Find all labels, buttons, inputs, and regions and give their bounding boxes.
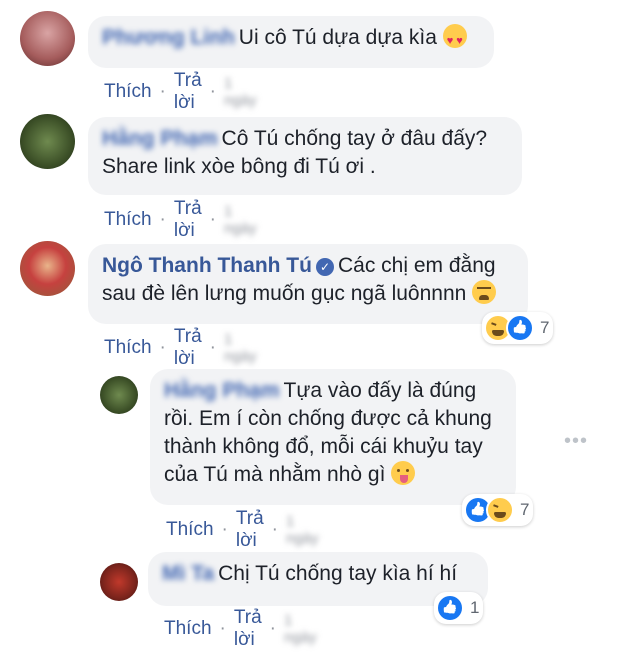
avatar[interactable] — [20, 114, 75, 169]
avatar[interactable] — [100, 376, 138, 414]
haha-reaction-icon — [486, 496, 514, 524]
reaction-count: 7 — [520, 500, 530, 519]
commenter-name[interactable]: Ngô Thanh Thanh Tú — [102, 254, 312, 277]
comment-text-line-3: thành không đổ, mỗi cái khuỷu tay — [164, 435, 483, 458]
like-link[interactable]: Thích — [104, 81, 152, 103]
like-link[interactable]: Thích — [104, 337, 152, 359]
like-reaction-icon — [436, 594, 464, 622]
comment-text: Ui cô Tú dựa dựa kìa — [238, 26, 437, 49]
comment-text-line-2: Share link xòe bông đi Tú ơi . — [102, 155, 376, 178]
reactions-summary[interactable]: 7 — [482, 312, 554, 344]
reply-link[interactable]: Trả lời — [174, 198, 202, 242]
like-reaction-icon — [506, 314, 534, 342]
avatar[interactable] — [20, 11, 75, 66]
verified-badge-icon: ✓ — [315, 258, 334, 276]
comment-text-line-2: rồi. Em í còn chống được cả khung — [164, 407, 492, 430]
reply-link[interactable]: Trả lời — [236, 508, 264, 552]
reaction-count: 1 — [470, 598, 480, 617]
commenter-name[interactable]: Mì Ta — [162, 562, 214, 585]
reaction-count: 7 — [540, 318, 550, 337]
timestamp[interactable]: 1 ngày — [286, 513, 319, 547]
tongue-emoji-icon — [391, 461, 416, 485]
comment-text-line-1: Các chị em đằng — [337, 254, 496, 277]
more-options-icon[interactable]: ••• — [564, 430, 588, 453]
comment-bubble: Phương Linh Ui cô Tú dựa dựa kìa — [88, 16, 494, 68]
comment-text-line-2: sau đè lên lưng muốn gục ngã luônnnn — [102, 282, 467, 305]
commenter-name[interactable]: Phương Linh — [102, 26, 235, 49]
heart-eyes-emoji-icon — [442, 24, 467, 55]
comment-bubble: Hằng Phạm Tựa vào đấy là đúng rồi. Em í c… — [150, 369, 516, 505]
comment-text-line-4: của Tú mà nhằm nhò gì — [164, 463, 386, 486]
timestamp[interactable]: 1 ngày — [224, 75, 257, 109]
timestamp[interactable]: 1 ngày — [284, 612, 317, 646]
reactions-summary[interactable]: 7 — [462, 494, 534, 526]
reply-link[interactable]: Trả lời — [234, 607, 262, 651]
comment-text: Chị Tú chống tay kìa hí hí — [218, 562, 458, 585]
reply-link[interactable]: Trả lời — [174, 70, 202, 114]
avatar[interactable] — [20, 241, 75, 296]
reactions-summary[interactable]: 1 — [434, 592, 484, 624]
timestamp[interactable]: 1 ngày — [224, 331, 257, 365]
like-link[interactable]: Thích — [104, 209, 152, 231]
timestamp[interactable]: 1 ngày — [224, 203, 257, 237]
reply-link[interactable]: Trả lời — [174, 326, 202, 370]
comment-bubble: Hằng Phạm Cô Tú chống tay ở đâu đấy? Shar… — [88, 117, 522, 195]
comment-bubble: Ngô Thanh Thanh Tú ✓ Các chị em đằng sau đ… — [88, 244, 528, 324]
commenter-name[interactable]: Hằng Phạm — [102, 127, 218, 150]
like-link[interactable]: Thích — [166, 519, 214, 541]
commenter-name[interactable]: Hằng Phạm — [164, 379, 280, 402]
like-link[interactable]: Thích — [164, 618, 212, 640]
comment-text-line-1: Tựa vào đấy là đúng — [283, 379, 477, 402]
comment-text-line-1: Cô Tú chống tay ở đâu đấy? — [221, 127, 488, 150]
crying-emoji-icon — [472, 280, 497, 304]
avatar[interactable] — [100, 563, 138, 601]
